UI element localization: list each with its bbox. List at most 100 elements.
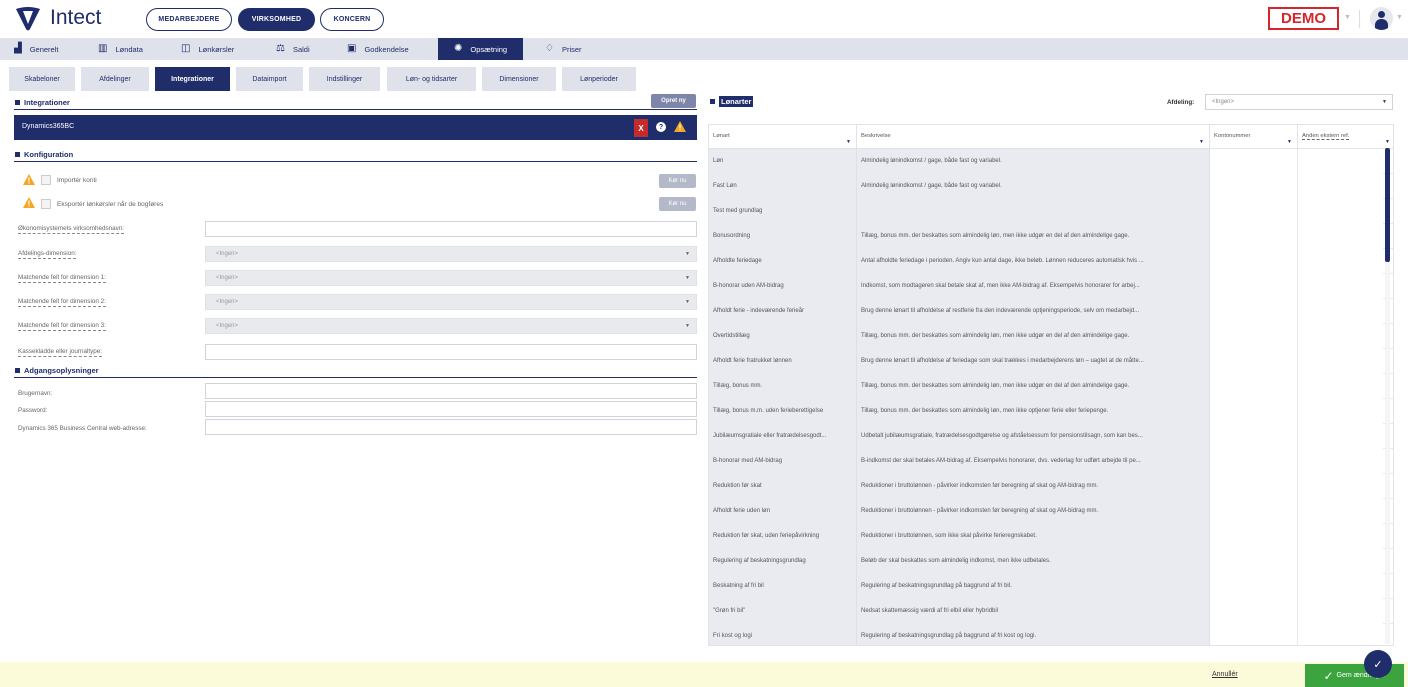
journal-type-input[interactable] bbox=[205, 344, 697, 360]
description-cell[interactable]: Brug denne lønart til afholdelse af rest… bbox=[857, 299, 1210, 324]
external-ref-cell[interactable] bbox=[1298, 549, 1383, 574]
sort-icon[interactable]: ▼ bbox=[1385, 139, 1390, 145]
wage-type-cell[interactable]: Overtidstillæg bbox=[709, 324, 857, 349]
column-header-wage-type[interactable]: Lønart ▼ bbox=[709, 125, 857, 149]
pill-company[interactable]: VIRKSOMHED bbox=[238, 8, 315, 31]
description-cell[interactable]: Tillæg, bonus mm. der beskattes som almi… bbox=[857, 224, 1210, 249]
description-cell[interactable]: Tillæg, bonus mm. der beskattes som almi… bbox=[857, 374, 1210, 399]
pill-group[interactable]: KONCERN bbox=[320, 8, 384, 31]
company-name-input[interactable] bbox=[205, 221, 697, 237]
external-ref-cell[interactable] bbox=[1298, 174, 1383, 199]
table-row[interactable]: Afholdt ferie fratrukket lønnen Brug denn… bbox=[709, 349, 1393, 374]
description-cell[interactable]: Nedsat skattemæssig værdi af fri elbil e… bbox=[857, 599, 1210, 624]
table-row[interactable]: Overtidstillæg Tillæg, bonus mm. der besk… bbox=[709, 324, 1393, 349]
account-number-cell[interactable] bbox=[1210, 249, 1298, 274]
table-row[interactable]: Tillæg, bonus m.m. uden ferieberettigels… bbox=[709, 399, 1393, 424]
wage-type-cell[interactable]: Beskatning af fri bil bbox=[709, 574, 857, 599]
table-row[interactable]: Afholdte feriedage Antal afholdte ferieda… bbox=[709, 249, 1393, 274]
sort-icon[interactable]: ▼ bbox=[1199, 139, 1204, 145]
table-row[interactable]: B-honorar uden AM-bidrag Indkomst, som mo… bbox=[709, 274, 1393, 299]
account-number-cell[interactable] bbox=[1210, 499, 1298, 524]
external-ref-cell[interactable] bbox=[1298, 349, 1383, 374]
run-import-button[interactable]: Kør nu bbox=[659, 174, 696, 188]
wage-type-cell[interactable]: Bonusordning bbox=[709, 224, 857, 249]
account-number-cell[interactable] bbox=[1210, 399, 1298, 424]
table-row[interactable]: Løn Almindelig lønindkomst / gage, både f… bbox=[709, 149, 1393, 174]
dimension-3-select[interactable]: <Ingen> ▼ bbox=[205, 318, 697, 334]
table-row[interactable]: Bonusordning Tillæg, bonus mm. der beskat… bbox=[709, 224, 1393, 249]
account-number-cell[interactable] bbox=[1210, 349, 1298, 374]
account-number-cell[interactable] bbox=[1210, 549, 1298, 574]
wage-type-cell[interactable]: B-honorar med AM-bidrag bbox=[709, 449, 857, 474]
user-avatar-icon[interactable] bbox=[1370, 7, 1393, 30]
wage-type-cell[interactable]: Fri kost og logi bbox=[709, 624, 857, 645]
chevron-down-icon[interactable]: ▼ bbox=[1396, 14, 1403, 21]
external-ref-cell[interactable] bbox=[1298, 524, 1383, 549]
tab-dataimport[interactable]: Dataimport bbox=[236, 67, 303, 91]
delete-integration-button[interactable]: X bbox=[634, 119, 648, 137]
description-cell[interactable]: B-indkomst der skal betales AM-bidrag af… bbox=[857, 449, 1210, 474]
table-row[interactable]: Fri kost og logi Regulering af beskatning… bbox=[709, 624, 1393, 645]
description-cell[interactable]: Reduktioner i bruttolønnen - påvirker in… bbox=[857, 499, 1210, 524]
wage-type-cell[interactable]: Jubilæumsgratiale eller fratrædelsesgodt… bbox=[709, 424, 857, 449]
account-number-cell[interactable] bbox=[1210, 474, 1298, 499]
sort-icon[interactable]: ▼ bbox=[846, 139, 851, 145]
table-row[interactable]: B-honorar med AM-bidrag B-indkomst der sk… bbox=[709, 449, 1393, 474]
sort-icon[interactable]: ▼ bbox=[1287, 139, 1292, 145]
demo-badge[interactable]: DEMO bbox=[1268, 7, 1339, 30]
run-export-button[interactable]: Kør nu bbox=[659, 197, 696, 211]
external-ref-cell[interactable] bbox=[1298, 399, 1383, 424]
table-row[interactable]: Reduktion før skat, uden feriepåvirkning… bbox=[709, 524, 1393, 549]
description-cell[interactable]: Tillæg, bonus mm. der beskattes som almi… bbox=[857, 399, 1210, 424]
account-number-cell[interactable] bbox=[1210, 374, 1298, 399]
support-chat-icon[interactable]: ✓ bbox=[1364, 650, 1392, 678]
create-integration-button[interactable]: Opret ny bbox=[651, 94, 696, 108]
account-number-cell[interactable] bbox=[1210, 224, 1298, 249]
wage-type-cell[interactable]: Fast Løn bbox=[709, 174, 857, 199]
external-ref-cell[interactable] bbox=[1298, 474, 1383, 499]
table-row[interactable]: Regulering af beskatningsgrundlag Beløb d… bbox=[709, 549, 1393, 574]
description-cell[interactable]: Reduktioner i bruttolønnen - påvirker in… bbox=[857, 474, 1210, 499]
nav-priser[interactable]: ♢ Priser bbox=[545, 38, 582, 60]
external-ref-cell[interactable] bbox=[1298, 449, 1383, 474]
account-number-cell[interactable] bbox=[1210, 574, 1298, 599]
integration-list-item[interactable]: Dynamics365BC X ? bbox=[14, 115, 697, 140]
password-input[interactable] bbox=[205, 401, 697, 417]
description-cell[interactable]: Almindelig lønindkomst / gage, både fast… bbox=[857, 149, 1210, 174]
dimension-2-select[interactable]: <Ingen> ▼ bbox=[205, 294, 697, 310]
wage-type-cell[interactable]: Løn bbox=[709, 149, 857, 174]
external-ref-cell[interactable] bbox=[1298, 299, 1383, 324]
account-number-cell[interactable] bbox=[1210, 599, 1298, 624]
wage-type-cell[interactable]: "Grøn fri bil" bbox=[709, 599, 857, 624]
web-address-input[interactable] bbox=[205, 419, 697, 435]
description-cell[interactable]: Tillæg, bonus mm. der beskattes som almi… bbox=[857, 324, 1210, 349]
external-ref-cell[interactable] bbox=[1298, 149, 1383, 174]
table-row[interactable]: "Grøn fri bil" Nedsat skattemæssig værdi … bbox=[709, 599, 1393, 624]
nav-loenkoersler[interactable]: ◫ Lønkørsler bbox=[181, 38, 234, 60]
chevron-down-icon[interactable]: ▼ bbox=[1344, 14, 1351, 21]
grid-scrollbar-thumb[interactable] bbox=[1385, 148, 1390, 262]
department-select[interactable]: <Ingen> ▼ bbox=[1205, 94, 1393, 110]
column-header-description[interactable]: Beskrivelse ▼ bbox=[857, 125, 1210, 149]
column-header-account[interactable]: Kontonummer ▼ bbox=[1210, 125, 1298, 149]
wage-type-cell[interactable]: Reduktion før skat bbox=[709, 474, 857, 499]
table-row[interactable]: Jubilæumsgratiale eller fratrædelsesgodt… bbox=[709, 424, 1393, 449]
external-ref-cell[interactable] bbox=[1298, 424, 1383, 449]
department-dimension-select[interactable]: <Ingen> ▼ bbox=[205, 246, 697, 262]
tab-loen-og-tidsarter[interactable]: Løn- og tidsarter bbox=[387, 67, 476, 91]
wage-type-cell[interactable]: Test med grundlag bbox=[709, 199, 857, 224]
description-cell[interactable] bbox=[857, 199, 1210, 224]
external-ref-cell[interactable] bbox=[1298, 249, 1383, 274]
cancel-link[interactable]: Annullér bbox=[1212, 671, 1238, 678]
help-icon[interactable]: ? bbox=[656, 122, 666, 132]
column-header-external-ref[interactable]: Anden ekstern ref. ▼ bbox=[1298, 125, 1393, 149]
external-ref-cell[interactable] bbox=[1298, 274, 1383, 299]
description-cell[interactable]: Indkomst, som modtageren skal betale ska… bbox=[857, 274, 1210, 299]
tab-loenperioder[interactable]: Lønperioder bbox=[562, 67, 636, 91]
description-cell[interactable]: Almindelig lønindkomst / gage, både fast… bbox=[857, 174, 1210, 199]
wage-type-cell[interactable]: B-honorar uden AM-bidrag bbox=[709, 274, 857, 299]
account-number-cell[interactable] bbox=[1210, 449, 1298, 474]
description-cell[interactable]: Brug denne lønart til afholdelse af feri… bbox=[857, 349, 1210, 374]
account-number-cell[interactable] bbox=[1210, 199, 1298, 224]
nav-generelt[interactable]: ▟ Generelt bbox=[14, 38, 58, 60]
